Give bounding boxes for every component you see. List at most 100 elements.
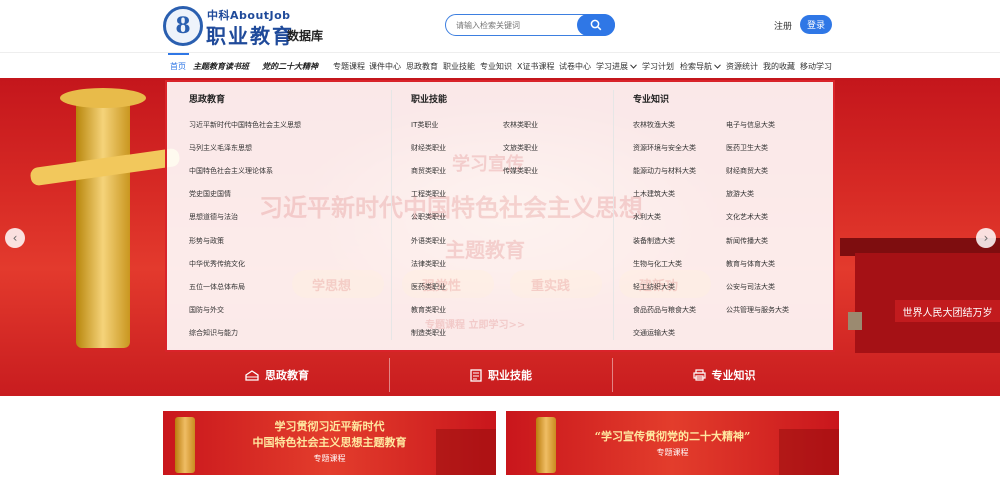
nav-favorites[interactable]: 我的收藏 <box>763 61 795 72</box>
menu-link[interactable]: 法律类职业 <box>411 259 446 269</box>
logo-glyph: 8 <box>175 13 191 39</box>
nav-special-courses[interactable]: 专题课程 <box>333 61 365 72</box>
column-title[interactable]: 职业技能 <box>411 92 447 105</box>
column-title[interactable]: 专业知识 <box>633 92 669 105</box>
nav-home[interactable]: 首页 <box>170 61 186 72</box>
menu-link[interactable]: 商贸类职业 <box>411 166 446 176</box>
nav-exam-center[interactable]: 试卷中心 <box>559 61 591 72</box>
column-title[interactable]: 思政教育 <box>189 92 225 105</box>
menu-column-ideology: 思政教育 习近平新时代中国特色社会主义思想 马列主义毛泽东思想 中国特色社会主义… <box>167 82 391 350</box>
banner-theme-education[interactable]: 学习贯彻习近平新时代 中国特色社会主义思想主题教育 专题课程 <box>163 411 496 475</box>
site-logo[interactable]: 8 <box>163 6 203 46</box>
menu-link[interactable]: 综合知识与能力 <box>189 328 238 338</box>
category-ideology[interactable]: 思政教育 <box>165 354 389 396</box>
nav-ideology[interactable]: 思政教育 <box>406 61 438 72</box>
nav-x-certificate[interactable]: X证书课程 <box>517 61 554 72</box>
menu-link[interactable]: 中华优秀传统文化 <box>189 259 245 269</box>
brand-sub: 数据库 <box>287 29 324 43</box>
menu-link[interactable]: 电子与信息大类 <box>726 120 775 130</box>
prev-slide-button[interactable]: ‹ <box>5 228 25 248</box>
banner-pillar-image <box>536 417 556 473</box>
category-professional[interactable]: 专业知识 <box>613 354 835 396</box>
menu-link[interactable]: 中国特色社会主义理论体系 <box>189 166 273 176</box>
arrow-left-icon: ‹ <box>12 231 18 245</box>
site-header: 8 中科AboutJob 职业教育 数据库 注册 登录 <box>0 0 1000 52</box>
nav-search-guide-label: 检索导航 <box>680 62 712 71</box>
arrow-right-icon: › <box>983 231 989 245</box>
chevron-down-icon <box>630 64 637 69</box>
menu-link[interactable]: 文化艺术大类 <box>726 212 768 222</box>
menu-link[interactable]: 医药类职业 <box>411 282 446 292</box>
banner-title-line1: “学习宣传贯彻党的二十大精神” <box>594 430 751 443</box>
main-nav: 首页 主题教育读书班 党的二十大精神 专题课程 课件中心 思政教育 职业技能 专… <box>0 52 1000 78</box>
login-button[interactable]: 登录 <box>800 15 832 34</box>
nav-plan[interactable]: 学习计划 <box>642 61 674 72</box>
search-button[interactable] <box>577 14 615 36</box>
menu-link[interactable]: 财经商贸大类 <box>726 166 768 176</box>
menu-link[interactable]: 食品药品与粮食大类 <box>633 305 696 315</box>
menu-link[interactable]: 外语类职业 <box>411 236 446 246</box>
menu-link[interactable]: IT类职业 <box>411 120 438 130</box>
search-box <box>445 14 615 36</box>
menu-link[interactable]: 马列主义毛泽东思想 <box>189 143 252 153</box>
menu-column-vocational: 职业技能 IT类职业 财经类职业 商贸类职业 工程类职业 公职类职业 外语类职业… <box>391 82 613 350</box>
menu-link[interactable]: 公安与司法大类 <box>726 282 775 292</box>
menu-link[interactable]: 形势与政策 <box>189 236 224 246</box>
menu-link[interactable]: 医药卫生大类 <box>726 143 768 153</box>
banner-title-line1: 学习贯彻习近平新时代 <box>274 420 385 433</box>
menu-link[interactable]: 能源动力与材料大类 <box>633 166 696 176</box>
portrait-image <box>848 312 862 330</box>
banner-subtitle: 专题课程 <box>656 448 689 457</box>
category-label: 职业技能 <box>488 369 532 382</box>
nav-search-guide[interactable]: 检索导航 <box>680 61 721 72</box>
nav-progress[interactable]: 学习进展 <box>596 61 637 72</box>
menu-link[interactable]: 思想道德与法治 <box>189 212 238 222</box>
menu-link[interactable]: 工程类职业 <box>411 189 446 199</box>
menu-link[interactable]: 轻工纺织大类 <box>633 282 675 292</box>
register-link[interactable]: 注册 <box>774 19 792 32</box>
menu-link[interactable]: 习近平新时代中国特色社会主义思想 <box>189 120 301 130</box>
nav-theme-reading[interactable]: 主题教育读书班 <box>193 61 249 72</box>
gate-slogan: 世界人民大团结万岁 <box>895 300 1000 322</box>
menu-link[interactable]: 教育类职业 <box>411 305 446 315</box>
nav-mobile[interactable]: 移动学习 <box>800 61 832 72</box>
printer-icon <box>692 369 706 381</box>
menu-link[interactable]: 公职类职业 <box>411 212 446 222</box>
menu-link[interactable]: 党史国史国情 <box>189 189 231 199</box>
nav-vocational[interactable]: 职业技能 <box>443 61 475 72</box>
menu-link[interactable]: 交通运输大类 <box>633 328 675 338</box>
menu-link[interactable]: 生物与化工大类 <box>633 259 682 269</box>
menu-link[interactable]: 新闻传播大类 <box>726 236 768 246</box>
chevron-down-icon <box>714 64 721 69</box>
menu-link[interactable]: 财经类职业 <box>411 143 446 153</box>
menu-link[interactable]: 公共管理与服务大类 <box>726 305 789 315</box>
mega-menu-panel: 学习宣传 习近平新时代中国特色社会主义思想 主题教育 学思想 强党性 重实践 建… <box>165 80 835 352</box>
menu-link[interactable]: 教育与体育大类 <box>726 259 775 269</box>
search-icon <box>590 19 602 31</box>
menu-link[interactable]: 旅游大类 <box>726 189 754 199</box>
nav-courseware[interactable]: 课件中心 <box>369 61 401 72</box>
menu-link[interactable]: 传媒类职业 <box>503 166 538 176</box>
huabiao-top <box>60 88 146 108</box>
banner-party-congress[interactable]: “学习宣传贯彻党的二十大精神” 专题课程 <box>506 411 839 475</box>
category-label: 专业知识 <box>711 369 756 382</box>
menu-link[interactable]: 农林牧渔大类 <box>633 120 675 130</box>
category-bar: 思政教育 职业技能 专业知识 <box>0 354 1000 396</box>
menu-link[interactable]: 资源环境与安全大类 <box>633 143 696 153</box>
banner-subtitle: 专题课程 <box>313 454 346 463</box>
menu-link[interactable]: 装备制造大类 <box>633 236 675 246</box>
search-input[interactable] <box>456 18 576 32</box>
menu-link[interactable]: 制造类职业 <box>411 328 446 338</box>
huabiao-column <box>76 98 130 348</box>
menu-link[interactable]: 水利大类 <box>633 212 661 222</box>
nav-professional[interactable]: 专业知识 <box>480 61 512 72</box>
category-vocational[interactable]: 职业技能 <box>390 354 612 396</box>
nav-resource-stats[interactable]: 资源统计 <box>726 61 758 72</box>
next-slide-button[interactable]: › <box>976 228 996 248</box>
menu-link[interactable]: 文旅类职业 <box>503 143 538 153</box>
menu-link[interactable]: 土木建筑大类 <box>633 189 675 199</box>
menu-link[interactable]: 农林类职业 <box>503 120 538 130</box>
nav-party-congress[interactable]: 党的二十大精神 <box>262 61 318 72</box>
menu-link[interactable]: 国防与外交 <box>189 305 224 315</box>
menu-link[interactable]: 五位一体总体布局 <box>189 282 245 292</box>
